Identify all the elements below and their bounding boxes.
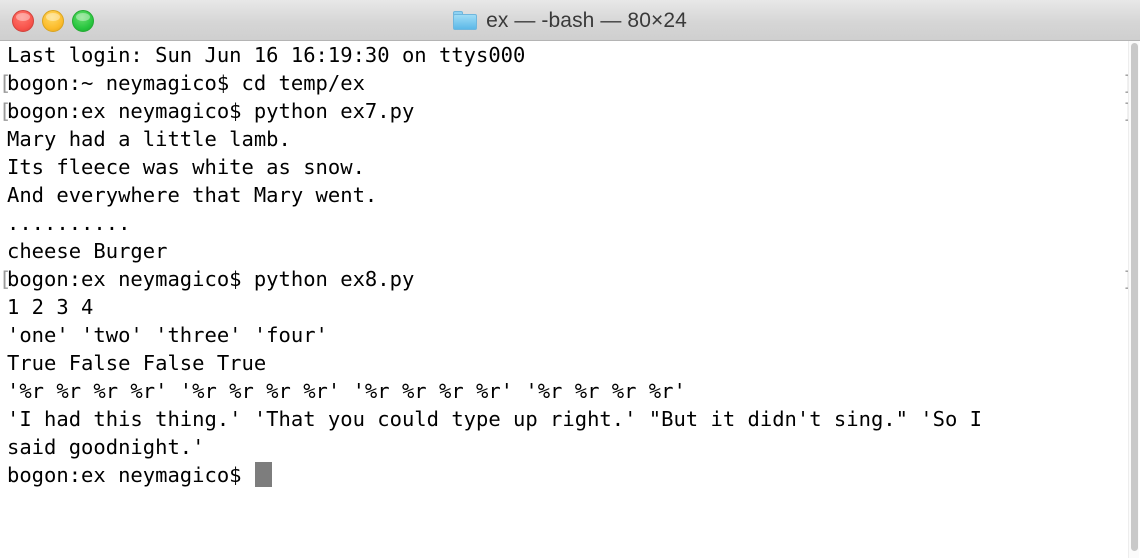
- terminal-output-line: Mary had a little lamb.: [7, 127, 291, 151]
- terminal-output-line: Its fleece was white as snow.: [7, 155, 365, 179]
- zoom-button[interactable]: [72, 9, 94, 32]
- close-button[interactable]: [12, 9, 34, 32]
- terminal-output-line: 'I had this thing.' 'That you could type…: [7, 407, 983, 431]
- terminal-output-line: '%r %r %r %r' '%r %r %r %r' '%r %r %r %r…: [7, 379, 686, 403]
- terminal-content[interactable]: Last login: Sun Jun 16 16:19:30 on ttys0…: [0, 41, 1140, 558]
- terminal-screen: Last login: Sun Jun 16 16:19:30 on ttys0…: [0, 41, 1140, 489]
- terminal-output-line: 'one' 'two' 'three' 'four': [7, 323, 328, 347]
- terminal-prompt-line: bogon:ex neymagico$ python ex8.py: [0, 265, 1140, 293]
- terminal-active-prompt-line[interactable]: bogon:ex neymagico$: [0, 461, 1140, 489]
- terminal-output-line: said goodnight.': [7, 435, 205, 459]
- window-controls: [12, 0, 94, 41]
- terminal-output-line: ..........: [7, 211, 131, 235]
- window-titlebar[interactable]: ex — -bash — 80×24: [0, 0, 1140, 41]
- terminal-output-line: cheese Burger: [7, 239, 168, 263]
- vertical-scrollbar[interactable]: [1128, 41, 1139, 558]
- window-title: ex — -bash — 80×24: [486, 8, 687, 32]
- window-title-block: ex — -bash — 80×24: [0, 0, 1140, 41]
- terminal-output-line: 1 2 3 4: [7, 295, 94, 319]
- terminal-prompt-line: bogon:~ neymagico$ cd temp/ex: [0, 69, 1140, 97]
- folder-icon: [453, 11, 478, 30]
- terminal-output-line: Last login: Sun Jun 16 16:19:30 on ttys0…: [7, 43, 526, 67]
- terminal-output-line: True False False True: [7, 351, 267, 375]
- terminal-output-line: And everywhere that Mary went.: [7, 183, 378, 207]
- minimize-button[interactable]: [42, 9, 64, 32]
- terminal-prompt-text: bogon:ex neymagico$: [7, 463, 254, 487]
- terminal-prompt-line: bogon:ex neymagico$ python ex7.py: [0, 97, 1140, 125]
- scrollbar-thumb[interactable]: [1131, 43, 1138, 551]
- terminal-cursor: [254, 462, 272, 487]
- terminal-window: ex — -bash — 80×24 Last login: Sun Jun 1…: [0, 0, 1140, 558]
